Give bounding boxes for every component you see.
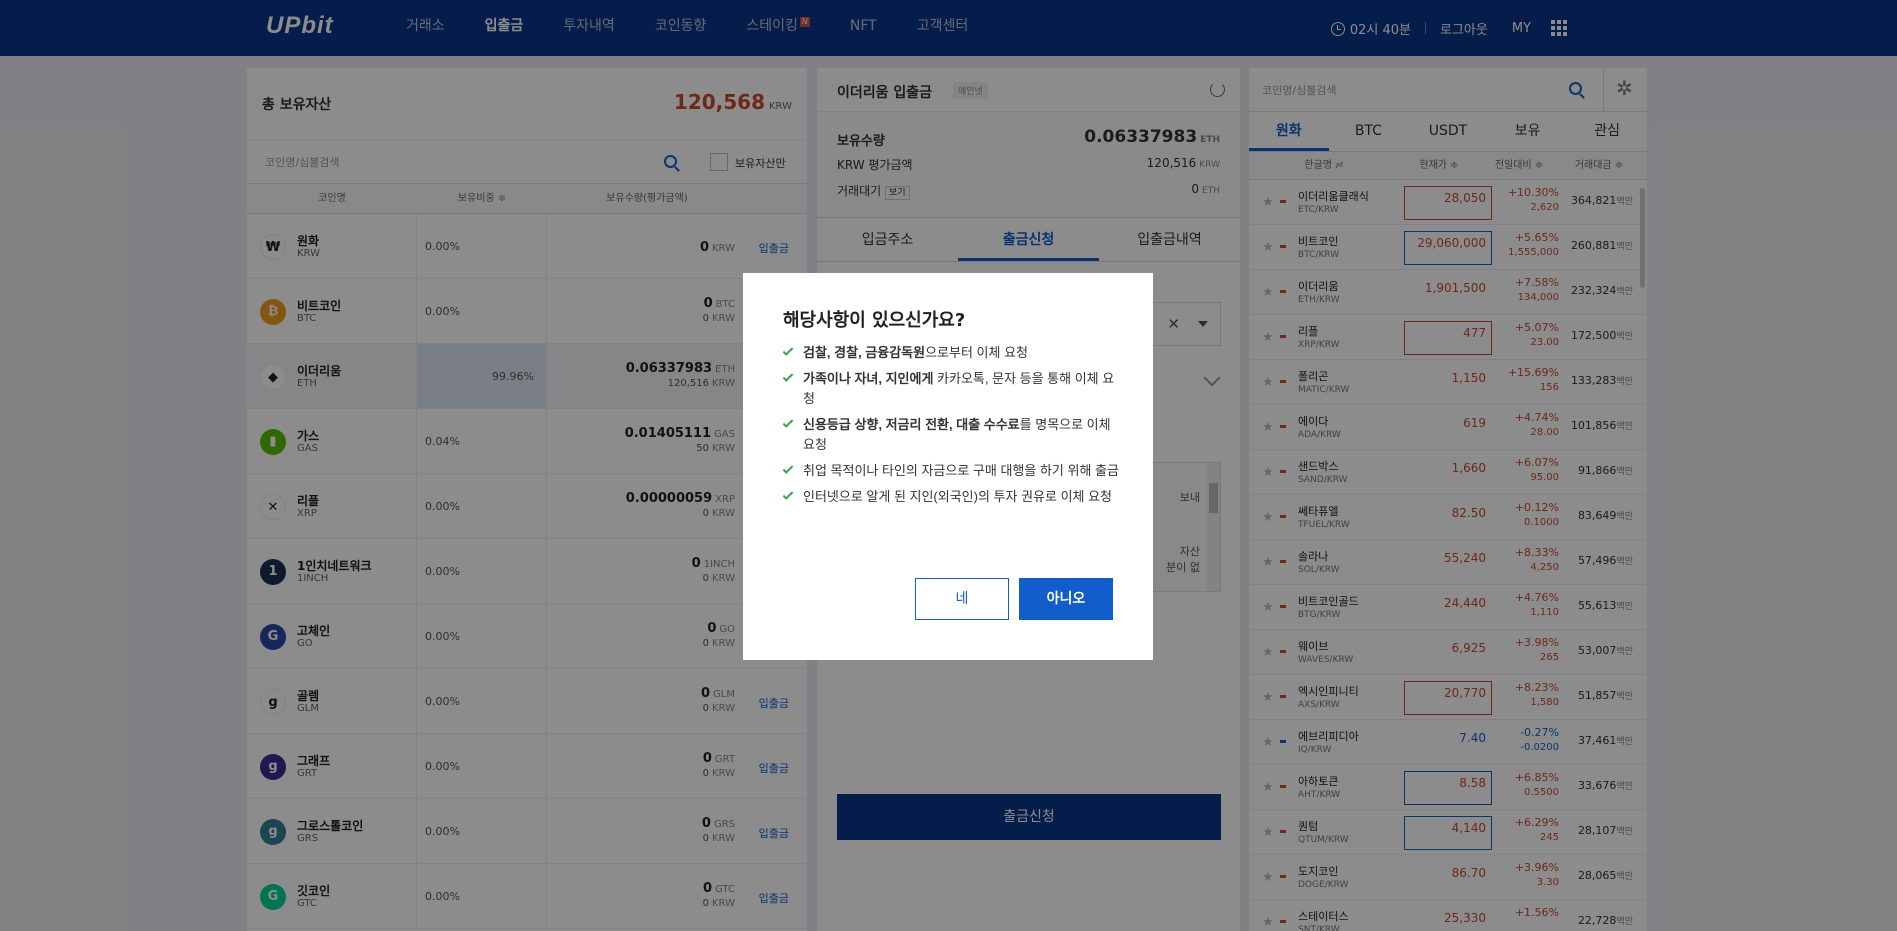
warning-list: 검찰, 경찰, 금융감독원으로부터 이체 요청가족이나 자녀, 지인에게 카카오… <box>782 343 1123 513</box>
warning-emphasis: 신용등급 상향, 저금리 전환, 대출 수수료 <box>803 417 1020 432</box>
warning-text: 인터넷으로 알게 된 지인(외국인)의 투자 권유로 이체 요청 <box>803 489 1113 504</box>
warning-text: 으로부터 이체 요청 <box>925 345 1028 360</box>
dialog-title: 해당사항이 있으신가요? <box>783 310 966 331</box>
warning-emphasis: 가족이나 자녀, 지인에게 <box>803 371 934 386</box>
check-icon <box>782 463 794 474</box>
yes-button[interactable]: 네 <box>915 578 1009 620</box>
warning-item: 신용등급 상향, 저금리 전환, 대출 수수료를 명목으로 이체 요청 <box>782 415 1123 455</box>
no-button[interactable]: 아니오 <box>1019 578 1113 620</box>
fraud-warning-dialog: 해당사항이 있으신가요? 검찰, 경찰, 금융감독원으로부터 이체 요청가족이나… <box>743 273 1153 660</box>
check-icon <box>782 489 794 500</box>
check-icon <box>782 371 794 382</box>
warning-item: 검찰, 경찰, 금융감독원으로부터 이체 요청 <box>782 343 1123 363</box>
warning-text: 취업 목적이나 타인의 자금으로 구매 대행을 하기 위해 출금 <box>803 463 1119 478</box>
warning-item: 인터넷으로 알게 된 지인(외국인)의 투자 권유로 이체 요청 <box>782 487 1123 507</box>
check-icon <box>782 345 794 356</box>
warning-item: 가족이나 자녀, 지인에게 카카오톡, 문자 등을 통해 이체 요청 <box>782 369 1123 409</box>
warning-emphasis: 검찰, 경찰, 금융감독원 <box>803 345 926 360</box>
check-icon <box>782 417 794 428</box>
warning-item: 취업 목적이나 타인의 자금으로 구매 대행을 하기 위해 출금 <box>782 461 1123 481</box>
